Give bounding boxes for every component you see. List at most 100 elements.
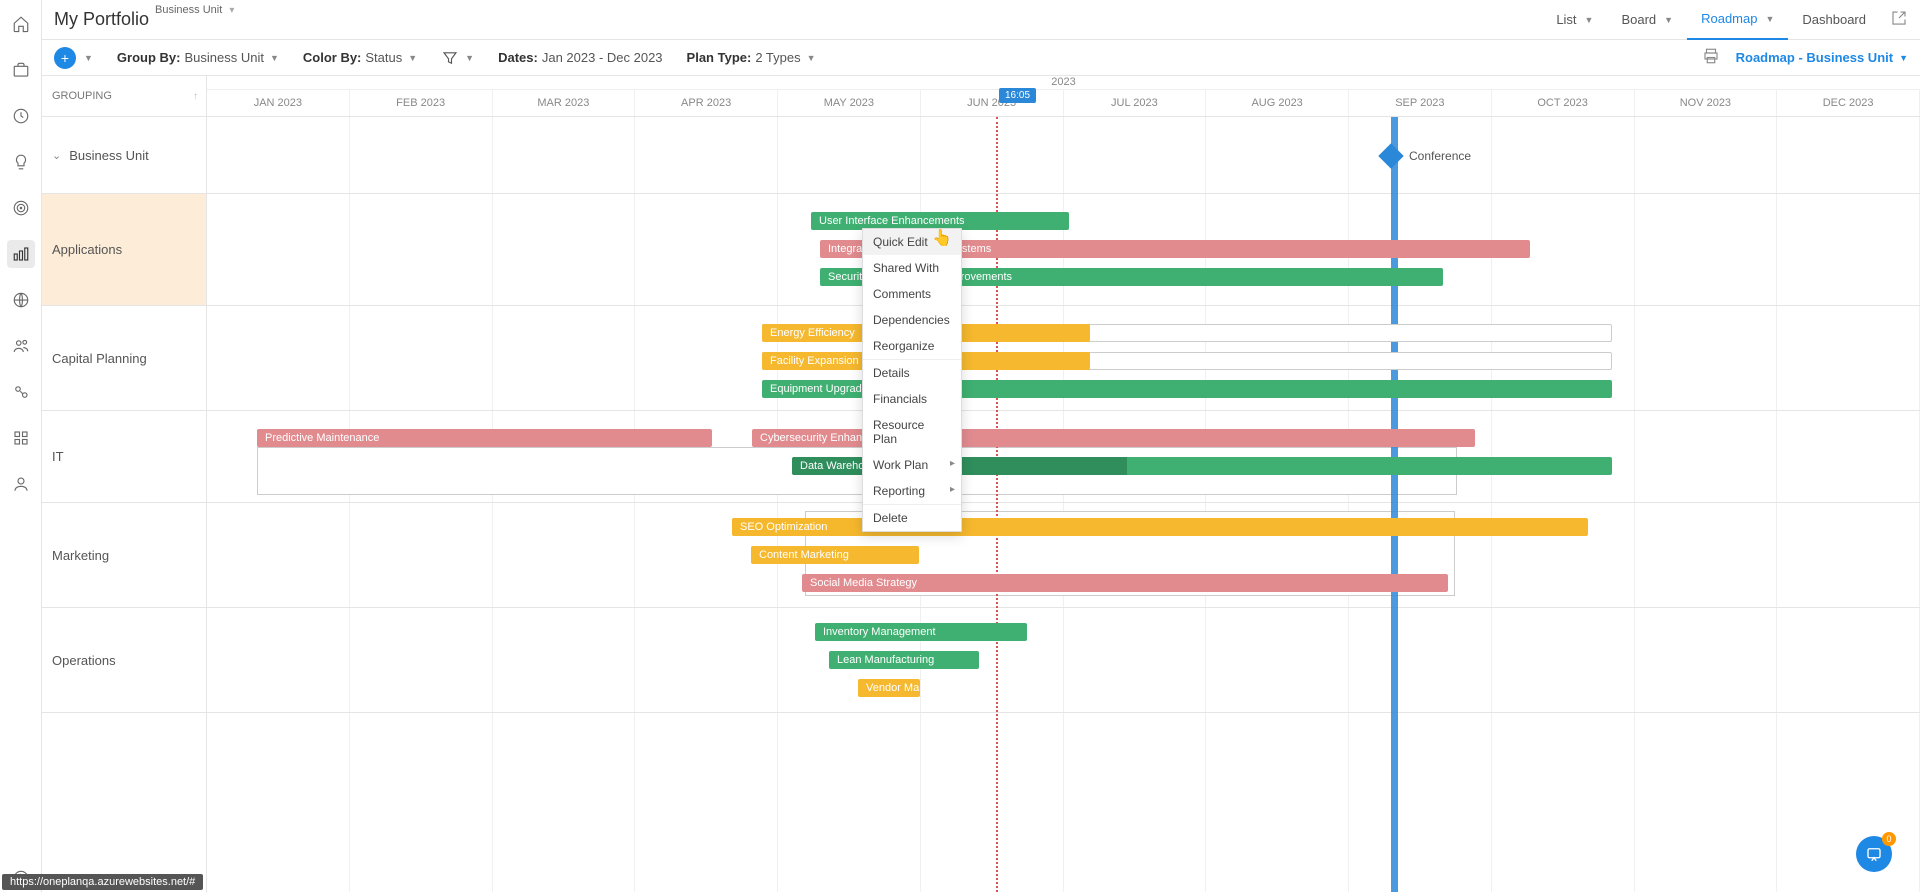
grouping-column: GROUPING ↑ ⌄ Business Unit Applications … [42, 76, 207, 892]
chart-icon[interactable] [7, 240, 35, 268]
page-header: My Portfolio Business Unit ▾ List▼ Board… [42, 0, 1920, 40]
briefcase-icon[interactable] [7, 56, 35, 84]
target-icon[interactable] [7, 194, 35, 222]
menu-work-plan[interactable]: Work Plan [863, 452, 961, 478]
chevron-down-icon: ▼ [1899, 53, 1908, 63]
hierarchy-icon[interactable] [7, 424, 35, 452]
saved-view-name: Roadmap - Business Unit [1736, 50, 1893, 65]
timeline-row-parent: Conference [207, 117, 1920, 194]
user-icon[interactable] [7, 470, 35, 498]
chevron-down-icon: ▼ [465, 53, 474, 63]
left-nav-sidebar [0, 0, 42, 892]
print-icon[interactable] [1702, 47, 1720, 68]
timeline-row-operations: Inventory Management Lean Manufacturing … [207, 608, 1920, 713]
month-cell: MAY 2023 [778, 90, 921, 116]
idea-icon[interactable] [7, 148, 35, 176]
menu-delete[interactable]: Delete [863, 504, 961, 531]
group-by-filter[interactable]: Group By: Business Unit ▼ [117, 50, 279, 65]
chevron-down-icon[interactable]: ⌄ [52, 149, 61, 162]
group-row-it[interactable]: IT [42, 411, 206, 503]
month-cell: JAN 2023 [207, 90, 350, 116]
timeline-row-it: Predictive Maintenance Cybersecurity Enh… [207, 411, 1920, 503]
bar-label: SEO Optimization [740, 521, 827, 533]
view-list[interactable]: List▼ [1542, 0, 1607, 40]
chevron-down-icon: ▼ [1664, 15, 1673, 25]
bar-cyber[interactable]: Cybersecurity Enhancement [752, 429, 1475, 447]
menu-quick-edit[interactable]: Quick Edit [863, 229, 961, 255]
filter-value: Business Unit [184, 50, 263, 65]
chevron-down-icon: ▼ [807, 53, 816, 63]
group-row-operations[interactable]: Operations [42, 608, 206, 713]
grouping-header-label: GROUPING [52, 90, 112, 102]
view-board[interactable]: Board▼ [1607, 0, 1687, 40]
menu-shared-with[interactable]: Shared With [863, 255, 961, 281]
add-button[interactable]: + [54, 47, 76, 69]
milestone-diamond[interactable] [1378, 143, 1403, 168]
context-menu: Quick Edit Shared With Comments Dependen… [862, 228, 962, 532]
month-cell: APR 2023 [635, 90, 778, 116]
view-roadmap[interactable]: Roadmap▼ [1687, 0, 1788, 40]
dates-filter[interactable]: Dates: Jan 2023 - Dec 2023 [498, 50, 662, 65]
bar-predictive[interactable]: Predictive Maintenance [257, 429, 712, 447]
year-header: 2023 [207, 76, 1920, 90]
filter-value: 2 Types [755, 50, 800, 65]
grouping-header[interactable]: GROUPING ↑ [42, 76, 206, 117]
sort-asc-icon[interactable]: ↑ [193, 91, 198, 102]
funnel-filter[interactable]: ▼ [441, 49, 474, 67]
plan-type-filter[interactable]: Plan Type: 2 Types ▼ [687, 50, 816, 65]
filter-label: Group By: [117, 50, 181, 65]
bar-inventory[interactable]: Inventory Management [815, 623, 1027, 641]
subtitle-text: Business Unit [155, 4, 222, 16]
saved-view-selector[interactable]: Roadmap - Business Unit ▼ [1736, 50, 1908, 65]
timeline-row-applications: User Interface Enhancements Integration … [207, 194, 1920, 306]
bar-content[interactable]: Content Marketing [751, 546, 919, 564]
bar-social[interactable]: Social Media Strategy [802, 574, 1448, 592]
home-icon[interactable] [7, 10, 35, 38]
portfolio-subtitle[interactable]: Business Unit ▾ [155, 4, 234, 16]
month-cell: DEC 2023 [1777, 90, 1920, 116]
view-dashboard[interactable]: Dashboard [1788, 0, 1880, 40]
month-header: JAN 2023 FEB 2023 MAR 2023 APR 2023 MAY … [207, 90, 1920, 117]
bar-label: Predictive Maintenance [265, 432, 379, 444]
group-row-applications[interactable]: Applications [42, 194, 206, 306]
month-cell: FEB 2023 [350, 90, 493, 116]
color-by-filter[interactable]: Color By: Status ▼ [303, 50, 417, 65]
group-row-parent[interactable]: ⌄ Business Unit [42, 117, 206, 194]
popout-icon[interactable] [1890, 9, 1908, 30]
group-label: Capital Planning [52, 351, 147, 366]
chevron-down-icon: ▼ [270, 53, 279, 63]
menu-reporting[interactable]: Reporting [863, 478, 961, 504]
filter-label: Color By: [303, 50, 362, 65]
chevron-down-icon: ▾ [229, 5, 234, 16]
globe-icon[interactable] [7, 286, 35, 314]
group-row-marketing[interactable]: Marketing [42, 503, 206, 608]
bar-vendor[interactable]: Vendor Mai [858, 679, 920, 697]
month-cell: NOV 2023 [1635, 90, 1778, 116]
group-label: Business Unit [69, 148, 148, 163]
bar-seo[interactable]: SEO Optimization [732, 518, 1588, 536]
chat-fab[interactable]: 0 [1856, 836, 1892, 872]
status-bar-url: https://oneplanqa.azurewebsites.net/# [2, 874, 203, 890]
menu-reorganize[interactable]: Reorganize [863, 333, 961, 359]
menu-resource-plan[interactable]: Resource Plan [863, 412, 961, 452]
menu-details[interactable]: Details [863, 359, 961, 386]
clock-icon[interactable] [7, 102, 35, 130]
milestone-label: Conference [1409, 149, 1471, 163]
toolbar: + ▼ Group By: Business Unit ▼ Color By: … [42, 40, 1920, 76]
chevron-down-icon: ▼ [408, 53, 417, 63]
chevron-down-icon: ▼ [1585, 15, 1594, 25]
fab-badge: 0 [1882, 832, 1896, 846]
people-icon[interactable] [7, 332, 35, 360]
filter-value: Jan 2023 - Dec 2023 [542, 50, 663, 65]
bar-lean[interactable]: Lean Manufacturing [829, 651, 979, 669]
group-row-capital[interactable]: Capital Planning [42, 306, 206, 411]
resource-icon[interactable] [7, 378, 35, 406]
group-label: Operations [52, 653, 116, 668]
menu-dependencies[interactable]: Dependencies [863, 307, 961, 333]
menu-comments[interactable]: Comments [863, 281, 961, 307]
funnel-icon [441, 49, 459, 67]
menu-financials[interactable]: Financials [863, 386, 961, 412]
view-label: Roadmap [1701, 11, 1757, 26]
chevron-down-icon[interactable]: ▼ [84, 53, 93, 63]
month-cell: AUG 2023 [1206, 90, 1349, 116]
